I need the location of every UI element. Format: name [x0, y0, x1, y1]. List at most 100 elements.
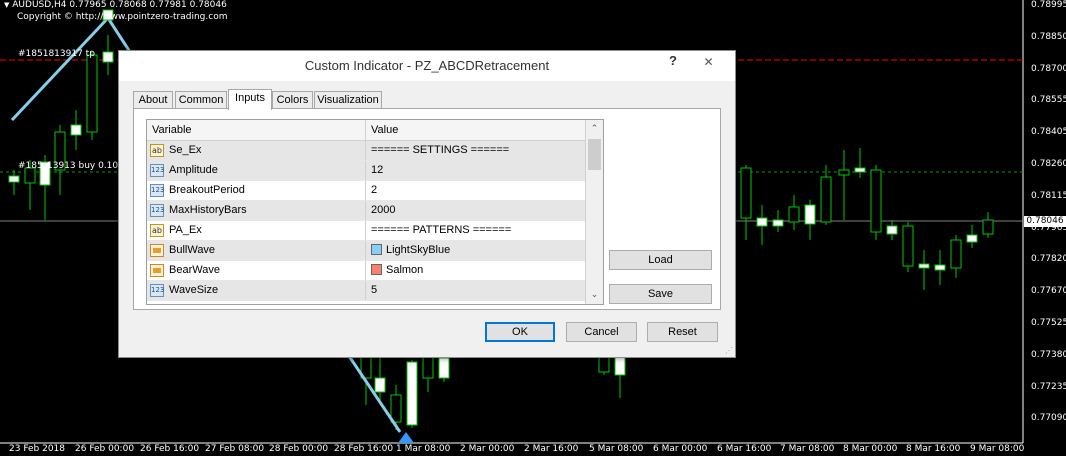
table-row[interactable]: ab Se_Ex ====== SETTINGS ======	[147, 141, 585, 161]
close-icon[interactable]: ✕	[686, 52, 731, 72]
time-tick-label: 8 Mar 16:00	[906, 444, 961, 454]
price-tick-label: 0.78115	[1031, 190, 1066, 201]
dropdown-triangle-icon[interactable]: ▼	[4, 1, 9, 9]
column-header-variable[interactable]: Variable	[147, 120, 366, 140]
candle-body	[614, 354, 626, 376]
row-variable: Se_Ex	[169, 144, 202, 156]
row-variable: Amplitude	[169, 164, 218, 176]
row-variable: PA_Ex	[169, 224, 202, 236]
color-swatch	[371, 264, 382, 275]
price-tick-label: 0.78700	[1031, 63, 1066, 74]
help-icon[interactable]: ?	[669, 53, 677, 68]
number-type-icon: 123	[150, 164, 164, 177]
cancel-button[interactable]: Cancel	[566, 322, 637, 342]
candle-body	[8, 175, 20, 183]
price-tick-label: 0.78555	[1031, 95, 1066, 106]
candle-body	[918, 263, 930, 269]
grid-header: Variable Value	[147, 120, 585, 141]
tab-visualization[interactable]: Visualization	[314, 91, 382, 109]
ok-button[interactable]: OK	[485, 322, 555, 342]
order-id-label: #185	[18, 161, 43, 171]
inputs-panel: Variable Value ab Se_Ex ====== SETTINGS =…	[133, 108, 721, 310]
candle-body	[70, 124, 82, 136]
row-value[interactable]: 12	[366, 161, 585, 180]
scroll-down-icon[interactable]: ⌄	[586, 286, 603, 303]
candle-body	[86, 54, 98, 133]
candle-body	[886, 225, 898, 235]
scroll-thumb[interactable]	[588, 139, 601, 170]
tab-colors[interactable]: Colors	[272, 91, 313, 109]
tab-about[interactable]: About	[133, 91, 173, 109]
time-tick-label: 8 Mar 00:00	[843, 444, 898, 454]
candle-body	[422, 354, 434, 379]
candle-body	[854, 167, 866, 173]
candle-body	[902, 225, 914, 267]
row-value[interactable]: ====== PATTERNS ======	[366, 221, 585, 240]
reset-button[interactable]: Reset	[647, 322, 718, 342]
time-tick-label: 26 Feb 16:00	[140, 444, 200, 454]
table-row[interactable]: 123 MaxHistoryBars 2000	[147, 201, 585, 221]
candle-body	[966, 234, 978, 243]
grid-scrollbar[interactable]: ⌃ ⌄	[585, 120, 603, 304]
wave-point-marker	[398, 432, 414, 443]
resize-grip-icon[interactable]: ⋰	[725, 347, 733, 355]
candle-body	[934, 264, 946, 271]
time-tick-label: 26 Feb 00:00	[75, 444, 135, 454]
row-value[interactable]: 5	[366, 281, 585, 300]
table-row[interactable]: 123 BreakoutPeriod 2	[147, 181, 585, 201]
time-tick-label: 2 Mar 00:00	[460, 444, 515, 454]
load-button[interactable]: Load	[609, 250, 712, 270]
column-header-value[interactable]: Value	[366, 120, 585, 140]
candle-body	[788, 206, 800, 223]
order-buy-label: 13913 buy 0.10	[47, 161, 119, 171]
price-tick-label: 0.77380	[1031, 349, 1066, 360]
bull-wave-line	[10, 15, 132, 122]
price-tick-label: 0.78405	[1031, 127, 1066, 138]
candle-body	[438, 357, 450, 379]
candle-body	[390, 394, 402, 423]
save-button[interactable]: Save	[609, 284, 712, 304]
row-value[interactable]: 2	[366, 181, 585, 200]
row-value[interactable]: Salmon	[366, 261, 585, 280]
table-row[interactable]: BullWave LightSkyBlue	[147, 241, 585, 261]
color-swatch	[371, 244, 382, 255]
dialog-titlebar[interactable]: Custom Indicator - PZ_ABCDRetracement ? …	[119, 51, 735, 81]
table-row[interactable]: BearWave Salmon	[147, 261, 585, 281]
chart-symbol-info: ▼ AUDUSD,H4 0.77965 0.78068 0.77981 0.78…	[4, 0, 227, 10]
time-tick-label: 9 Mar 08:00	[970, 444, 1025, 454]
table-row[interactable]: 123 Amplitude 12	[147, 161, 585, 181]
row-value[interactable]: 2000	[366, 201, 585, 220]
candle-body	[838, 169, 850, 176]
dialog-title: Custom Indicator - PZ_ABCDRetracement	[304, 58, 550, 73]
time-tick-label: 2 Mar 16:00	[524, 444, 579, 454]
price-tick-label: 0.77235	[1031, 381, 1066, 392]
price-tick-label: 0.78260	[1031, 159, 1066, 169]
tab-inputs[interactable]: Inputs	[228, 89, 272, 110]
candle-body	[756, 217, 768, 227]
number-type-icon: 123	[150, 204, 164, 217]
row-variable: WaveSize	[169, 284, 219, 296]
current-price-label: 0.78046	[1024, 216, 1066, 227]
inputs-grid: Variable Value ab Se_Ex ====== SETTINGS =…	[146, 119, 604, 305]
candle-body	[374, 377, 386, 393]
price-tick-label: 0.77090	[1031, 413, 1066, 424]
text-type-icon: ab	[150, 144, 164, 157]
text-type-icon: ab	[150, 224, 164, 237]
time-tick-label: 5 Mar 08:00	[589, 444, 644, 454]
row-variable: MaxHistoryBars	[169, 204, 247, 216]
price-tick-label: 0.77820	[1031, 254, 1066, 265]
row-value[interactable]: ====== SETTINGS ======	[366, 141, 585, 160]
time-tick-label: 28 Feb 16:00	[334, 444, 394, 454]
table-row[interactable]: 123 WaveSize 5	[147, 281, 585, 301]
candle-body	[740, 167, 752, 219]
number-type-icon: 123	[150, 184, 164, 197]
row-value[interactable]: LightSkyBlue	[366, 241, 585, 260]
candle-body	[982, 219, 994, 235]
time-tick-label: 1 Mar 08:00	[396, 444, 451, 454]
color-type-icon	[150, 264, 164, 277]
time-tick-label: 27 Feb 08:00	[205, 444, 265, 454]
scroll-up-icon[interactable]: ⌃	[586, 120, 603, 137]
tab-common[interactable]: Common	[175, 91, 227, 109]
table-row[interactable]: ab PA_Ex ====== PATTERNS ======	[147, 221, 585, 241]
price-tick-label: 0.78850	[1031, 31, 1066, 42]
